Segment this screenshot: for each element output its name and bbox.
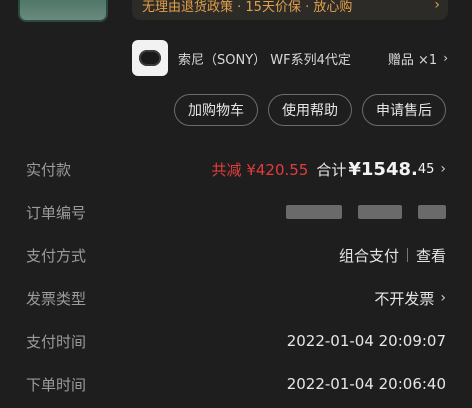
view-payment-link[interactable]: 查看 bbox=[416, 245, 446, 266]
help-button[interactable]: 使用帮助 bbox=[268, 94, 352, 126]
promo-banner[interactable]: 无理由退货政策 · 15天价保 · 放心购 › bbox=[132, 0, 448, 20]
order-actions: 加购物车 使用帮助 申请售后 bbox=[174, 94, 446, 126]
order-number-label: 订单编号 bbox=[26, 203, 87, 222]
order-time-row: 下单时间 2022-01-04 20:06:40 bbox=[26, 372, 446, 396]
invoice-type-text: 不开发票 bbox=[374, 289, 435, 308]
order-number-value-redacted bbox=[270, 205, 446, 219]
paid-value: 共减 ¥420.55 合计 ¥1548. 45 › bbox=[212, 159, 446, 180]
payment-time-label: 支付时间 bbox=[26, 332, 87, 351]
invoice-type-value: 不开发票 › bbox=[374, 288, 446, 309]
paid-amount-row[interactable]: 实付款 共减 ¥420.55 合计 ¥1548. 45 › bbox=[26, 157, 446, 181]
earbuds-icon bbox=[139, 50, 161, 66]
total-amount: ¥1548. bbox=[348, 158, 418, 180]
order-time-label: 下单时间 bbox=[26, 375, 87, 394]
payment-method-row[interactable]: 支付方式 组合支付 查看 bbox=[26, 243, 446, 267]
chevron-right-icon: › bbox=[440, 290, 446, 306]
paid-label: 实付款 bbox=[26, 160, 72, 179]
gift-tag: 赠品 ×1 bbox=[387, 52, 438, 68]
invoice-type-label: 发票类型 bbox=[26, 289, 87, 308]
gift-name: 索尼（SONY） WF系列4代定 bbox=[178, 52, 351, 68]
after-sales-button[interactable]: 申请售后 bbox=[362, 94, 446, 126]
order-number-row: 订单编号 bbox=[26, 200, 446, 224]
chevron-right-icon: › bbox=[443, 51, 448, 65]
order-time-value: 2022-01-04 20:06:40 bbox=[286, 375, 446, 393]
chevron-right-icon: › bbox=[440, 161, 446, 177]
gift-thumbnail bbox=[132, 40, 168, 76]
payment-time-value: 2022-01-04 20:09:07 bbox=[286, 332, 446, 350]
redacted-block bbox=[418, 205, 446, 219]
payment-time-row: 支付时间 2022-01-04 20:09:07 bbox=[26, 329, 446, 353]
product-thumbnail[interactable] bbox=[18, 0, 108, 22]
add-to-cart-button[interactable]: 加购物车 bbox=[174, 94, 258, 126]
payment-method-label: 支付方式 bbox=[26, 246, 87, 265]
total-label: 合计 bbox=[316, 160, 347, 179]
discount-amount: 共减 ¥420.55 bbox=[211, 160, 309, 179]
payment-method-value: 组合支付 查看 bbox=[339, 245, 446, 266]
redacted-block bbox=[358, 205, 402, 219]
invoice-type-row[interactable]: 发票类型 不开发票 › bbox=[26, 286, 446, 310]
payment-method-text: 组合支付 bbox=[338, 246, 399, 265]
promo-text: 无理由退货政策 · 15天价保 · 放心购 bbox=[142, 0, 353, 15]
total-amount-decimal: 45 bbox=[417, 161, 435, 177]
gift-item[interactable]: 索尼（SONY） WF系列4代定 赠品 ×1 › bbox=[132, 38, 448, 78]
chevron-right-icon: › bbox=[434, 0, 440, 13]
divider bbox=[406, 248, 408, 262]
redacted-block bbox=[286, 205, 342, 219]
